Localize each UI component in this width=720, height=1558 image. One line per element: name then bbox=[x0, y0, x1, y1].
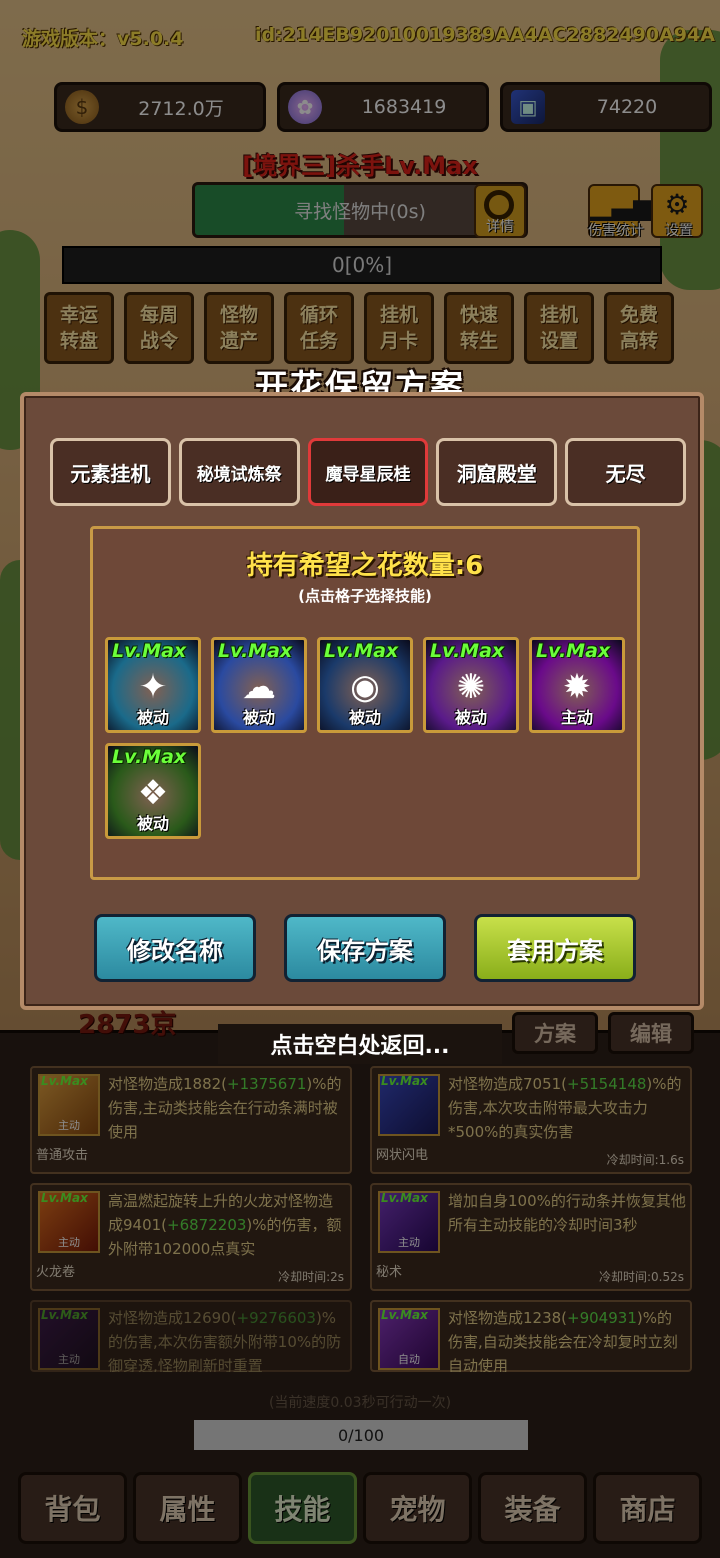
skill-type: 被动 bbox=[242, 708, 275, 727]
skill-level: Lv.Max bbox=[112, 640, 187, 662]
skill-level: Lv.Max bbox=[430, 640, 505, 662]
skill-level: Lv.Max bbox=[536, 640, 611, 662]
skill-slot[interactable]: ✹ Lv.Max 主动 bbox=[529, 637, 625, 733]
skill-slot[interactable]: ✦ Lv.Max 被动 bbox=[105, 637, 201, 733]
skill-slot[interactable]: ✺ Lv.Max 被动 bbox=[423, 637, 519, 733]
skill-art-icon: ✹ bbox=[562, 666, 592, 707]
tab-secret-trial[interactable]: 秘境试炼祭 bbox=[178, 438, 300, 506]
skill-art-icon: ✦ bbox=[138, 666, 168, 707]
skill-level: Lv.Max bbox=[324, 640, 399, 662]
modal-actions: 修改名称 保存方案 套用方案 bbox=[94, 914, 638, 984]
skill-type: 被动 bbox=[454, 708, 487, 727]
tab-element-idle[interactable]: 元素挂机 bbox=[50, 438, 171, 506]
tab-magic-star[interactable]: 魔导星辰桂 bbox=[307, 438, 429, 506]
tab-endless[interactable]: 无尽 bbox=[565, 438, 686, 506]
save-plan-button[interactable]: 保存方案 bbox=[284, 914, 446, 982]
back-hint: 点击空白处返回... bbox=[218, 1024, 502, 1064]
skill-level: Lv.Max bbox=[112, 746, 187, 768]
skill-art-icon: ❖ bbox=[137, 772, 169, 813]
skill-art-icon: ✺ bbox=[456, 666, 486, 707]
rename-button[interactable]: 修改名称 bbox=[94, 914, 256, 982]
skill-art-icon: ☁ bbox=[242, 666, 276, 707]
skill-type: 主动 bbox=[560, 708, 593, 727]
skill-slot[interactable]: ❖ Lv.Max 被动 bbox=[105, 743, 201, 839]
tab-cave-hall[interactable]: 洞窟殿堂 bbox=[436, 438, 558, 506]
skill-type: 被动 bbox=[136, 708, 169, 727]
skill-slot[interactable]: ◉ Lv.Max 被动 bbox=[317, 637, 413, 733]
skill-type: 被动 bbox=[348, 708, 381, 727]
flower-count: 持有希望之花数量:6 bbox=[246, 551, 484, 581]
apply-plan-button[interactable]: 套用方案 bbox=[474, 914, 636, 982]
skill-slot[interactable]: ☁ Lv.Max 被动 bbox=[211, 637, 307, 733]
skill-type: 被动 bbox=[136, 814, 169, 833]
skill-grid: ✦ Lv.Max 被动 ☁ Lv.Max 被动 ◉ Lv.Max 被动 ✺ Lv.Max 被动 ✹ Lv.… bbox=[105, 637, 635, 839]
skill-select-panel: 持有希望之花数量:6 (点击格子选择技能) ✦ Lv.Max 被动 ☁ Lv.Max 被动… bbox=[90, 526, 640, 880]
bloom-plan-modal: 元素挂机 秘境试炼祭 魔导星辰桂 洞窟殿堂 无尽 持有希望之花数量:6 (点击格… bbox=[20, 392, 704, 1010]
skill-art-icon: ◉ bbox=[350, 666, 380, 707]
select-hint: (点击格子选择技能) bbox=[298, 587, 432, 605]
skill-level: Lv.Max bbox=[218, 640, 293, 662]
plan-tabs: 元素挂机 秘境试炼祭 魔导星辰桂 洞窟殿堂 无尽 bbox=[50, 438, 686, 506]
